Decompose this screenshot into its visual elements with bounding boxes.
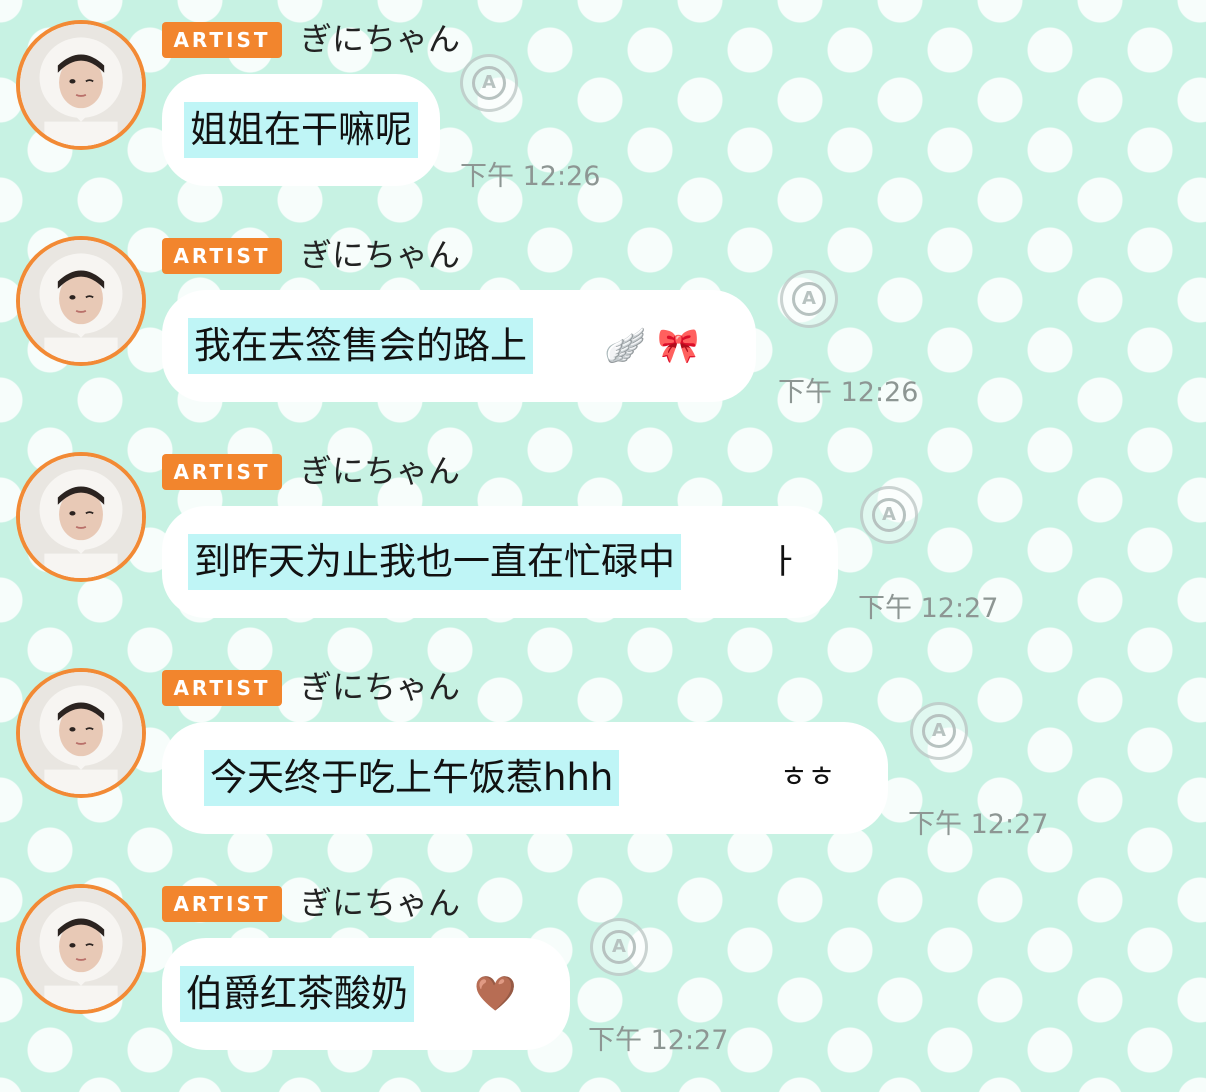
chat-message: ARTIST ぎにちゃん 姐姐在干嘛呢 A 下午 12:26 [0, 18, 1206, 228]
chat-view: ARTIST ぎにちゃん 姐姐在干嘛呢 A 下午 12:26 ARTIST ぎに… [0, 0, 1206, 1072]
artist-badge: ARTIST [162, 22, 282, 58]
avatar-image [20, 240, 142, 362]
heart-emoji: 🤎 [474, 974, 517, 1014]
message-text: 到昨天为止我也一直在忙碌中 [188, 534, 681, 590]
message-text: 我在去签售会的路上 [188, 318, 533, 374]
avatar[interactable] [16, 20, 146, 150]
timestamp: 下午 12:27 [588, 1025, 729, 1056]
chat-message: ARTIST ぎにちゃん 我在去签售会的路上 🪽 🎀 A 下午 12:26 [0, 234, 1206, 444]
avatar[interactable] [16, 452, 146, 582]
timestamp: 下午 12:27 [908, 809, 1049, 840]
artist-badge: ARTIST [162, 670, 282, 706]
translate-a-icon: A [922, 714, 956, 748]
translate-a-icon: A [792, 282, 826, 316]
chat-message: ARTIST ぎにちゃん 到昨天为止我也一直在忙碌中 ㅏ A 下午 12:27 [0, 450, 1206, 660]
sender-name: ぎにちゃん [300, 452, 461, 490]
translate-button[interactable]: A [910, 702, 968, 760]
message-bubble[interactable]: 我在去签售会的路上 🪽 🎀 [162, 290, 756, 402]
avatar-image [20, 672, 142, 794]
sender-name: ぎにちゃん [300, 236, 461, 274]
timestamp: 下午 12:26 [460, 161, 601, 192]
message-bubble[interactable]: 姐姐在干嘛呢 [162, 74, 440, 186]
translate-a-icon: A [472, 66, 506, 100]
message-bubble[interactable]: 伯爵红茶酸奶 🤎 [162, 938, 570, 1050]
avatar-image [20, 24, 142, 146]
sender-name: ぎにちゃん [300, 668, 461, 706]
sender-name: ぎにちゃん [300, 884, 461, 922]
chat-message: ARTIST ぎにちゃん 今天终于吃上午饭惹hhh ㅎㅎ A 下午 12:27 [0, 666, 1206, 876]
avatar-image [20, 456, 142, 578]
artist-badge: ARTIST [162, 454, 282, 490]
artist-badge: ARTIST [162, 238, 282, 274]
timestamp: 下午 12:26 [778, 377, 919, 408]
message-extra-text: ㅎㅎ [780, 760, 836, 795]
avatar-image [20, 888, 142, 1010]
message-emoji: 🪽 🎀 [604, 326, 700, 366]
message-text: 今天终于吃上午饭惹hhh [204, 750, 620, 806]
artist-badge: ARTIST [162, 886, 282, 922]
avatar[interactable] [16, 668, 146, 798]
message-bubble[interactable]: 到昨天为止我也一直在忙碌中 ㅏ [162, 506, 838, 618]
sender-name: ぎにちゃん [300, 20, 461, 58]
translate-button[interactable]: A [460, 54, 518, 112]
avatar[interactable] [16, 884, 146, 1014]
translate-a-icon: A [872, 498, 906, 532]
translate-button[interactable]: A [860, 486, 918, 544]
chat-message: ARTIST ぎにちゃん 伯爵红茶酸奶 🤎 A 下午 12:27 [0, 882, 1206, 1092]
timestamp: 下午 12:27 [858, 593, 999, 624]
translate-button[interactable]: A [780, 270, 838, 328]
translate-a-icon: A [602, 930, 636, 964]
message-text: 姐姐在干嘛呢 [184, 102, 418, 158]
message-text: 伯爵红茶酸奶 [180, 966, 414, 1022]
message-extra-text: ㅏ [768, 542, 800, 582]
translate-button[interactable]: A [590, 918, 648, 976]
message-bubble[interactable]: 今天终于吃上午饭惹hhh ㅎㅎ [162, 722, 888, 834]
avatar[interactable] [16, 236, 146, 366]
